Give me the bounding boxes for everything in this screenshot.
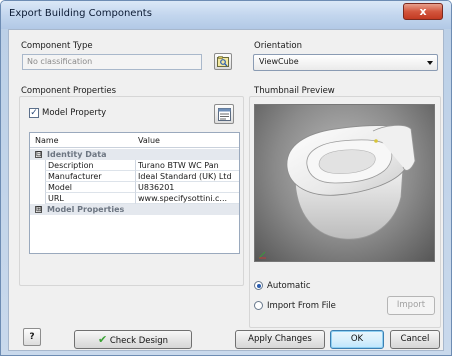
edit-properties-button[interactable] (214, 104, 234, 124)
component-type-field[interactable]: No classification (22, 54, 202, 70)
automatic-radio[interactable] (254, 281, 263, 290)
table-row[interactable]: Manufacturer Ideal Standard (UK) Ltd (30, 171, 239, 182)
import-from-file-label: Import From File (267, 301, 336, 311)
header-divider (30, 147, 239, 148)
property-value[interactable]: Ideal Standard (UK) Ltd (136, 171, 239, 182)
apply-changes-button[interactable]: Apply Changes (235, 330, 325, 349)
window-title: Export Building Components (9, 8, 152, 19)
thumbnail-preview-label: Thumbnail Preview (254, 86, 335, 96)
help-button[interactable]: ? (23, 328, 41, 346)
title-bar[interactable]: Export Building Components x (1, 1, 451, 29)
property-name: Manufacturer (45, 171, 136, 182)
component-type-label: Component Type (21, 41, 93, 51)
property-value[interactable]: Turano BTW WC Pan (136, 160, 239, 171)
checkmark-icon: ✔ (97, 333, 108, 346)
chevron-down-icon (427, 61, 433, 65)
ok-button[interactable]: OK (330, 330, 384, 349)
close-button[interactable]: x (403, 3, 443, 20)
property-value[interactable]: U836201 (136, 182, 239, 193)
automatic-label: Automatic (267, 281, 311, 291)
table-header: Name Value (30, 135, 239, 147)
toilet-model-render (258, 125, 416, 259)
import-from-file-radio[interactable] (254, 301, 263, 310)
check-design-button[interactable]: ✔ Check Design (74, 330, 192, 349)
export-dialog: Export Building Components x Component T… (0, 0, 452, 356)
classification-picker-button[interactable] (214, 53, 232, 70)
collapse-icon[interactable]: ⊟ (35, 151, 42, 158)
help-icon: ? (29, 332, 35, 342)
expand-icon[interactable]: ⊞ (35, 206, 42, 213)
properties-table: Name Value ⊟ Identity Data Description T… (29, 132, 240, 254)
property-name: Model (45, 182, 136, 193)
model-property-checkbox[interactable]: ✓ (29, 108, 39, 118)
orientation-label: Orientation (254, 41, 302, 51)
category-label: Model Properties (47, 205, 125, 214)
orientation-select[interactable]: ViewCube (253, 54, 438, 71)
table-row[interactable]: URL www.specifysottini.c... (30, 193, 239, 204)
orientation-value: ViewCube (259, 57, 299, 66)
component-properties-label: Component Properties (21, 86, 117, 96)
check-design-label: Check Design (109, 336, 169, 346)
property-name: Description (45, 160, 136, 171)
category-label: Identity Data (47, 150, 107, 159)
cancel-button[interactable]: Cancel (390, 330, 440, 349)
category-row-model-properties[interactable]: ⊞ Model Properties (30, 204, 239, 215)
category-row-identity-data[interactable]: ⊟ Identity Data (30, 149, 239, 160)
column-header-value: Value (138, 136, 160, 145)
dialog-body: Component Type No classification Orienta… (8, 29, 444, 351)
thumbnail-preview-image (254, 104, 435, 262)
classification-picker-icon (217, 56, 229, 67)
model-property-label: Model Property (42, 108, 107, 118)
column-header-name: Name (35, 136, 59, 145)
import-button[interactable]: Import (387, 296, 435, 315)
checkmark-icon: ✓ (30, 108, 38, 118)
properties-sheet-icon (217, 107, 231, 121)
table-row[interactable]: Model U836201 (30, 182, 239, 193)
property-value[interactable]: www.specifysottini.c... (136, 193, 239, 204)
table-row[interactable]: Description Turano BTW WC Pan (30, 160, 239, 171)
property-name: URL (45, 193, 136, 204)
